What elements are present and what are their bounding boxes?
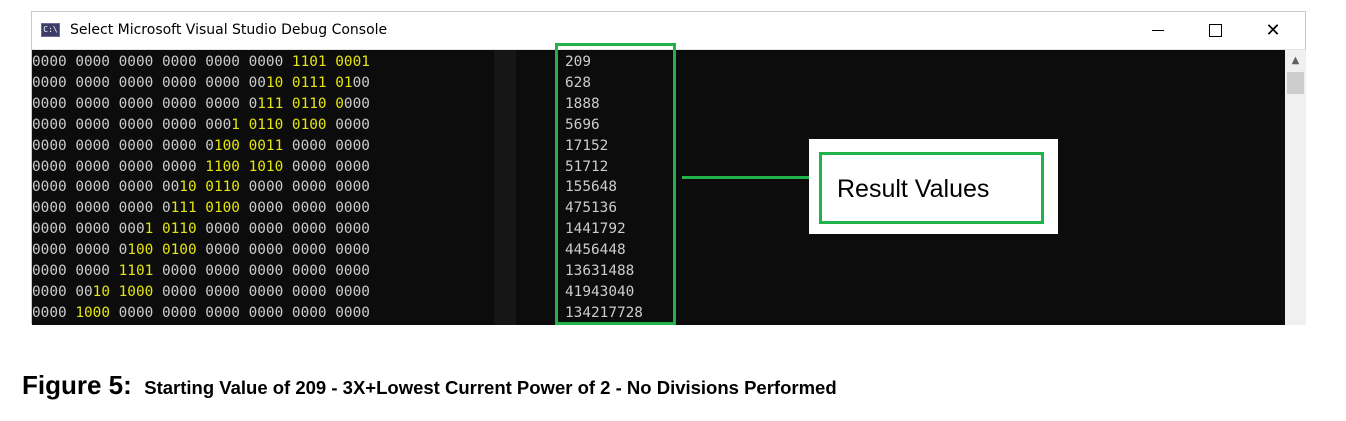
binary-segment: 0000 0000 0000: [239, 179, 370, 196]
binary-segment: 0000 0000 0000 0000 0000 0000: [32, 54, 292, 70]
binary-highlight-segment: 10 0110: [179, 179, 240, 196]
binary-row: 0000 0000 0000 0010 0110 0000 0000 0000: [32, 177, 370, 198]
binary-segment: 0000 0000 0000 0000 000: [32, 116, 232, 133]
binary-segment: 0000 0000: [32, 263, 119, 280]
binary-output: 0000 0000 0000 0000 0000 0000 1101 0001 0…: [32, 52, 370, 324]
binary-highlight-segment: 111 0100: [170, 200, 240, 217]
callout-label: Result Values: [837, 175, 990, 203]
figure-caption: Figure 5: Starting Value of 209 - 3X+Low…: [22, 370, 837, 401]
vertical-scrollbar[interactable]: ▲: [1285, 50, 1306, 325]
binary-row: 0000 0000 0000 0000 0000 0010 0111 0100: [32, 73, 370, 94]
close-button[interactable]: ✕: [1250, 12, 1296, 49]
binary-highlight-segment: 1000: [75, 304, 110, 321]
console-divider: [494, 50, 516, 325]
binary-row: 0000 0000 0100 0100 0000 0000 0000 0000: [32, 240, 370, 261]
callout-border: Result Values: [819, 152, 1044, 224]
binary-highlight-segment: 100 0011: [213, 137, 284, 154]
binary-segment: 0000 0000 0000 0000 0000: [153, 263, 370, 280]
binary-segment: 000: [343, 95, 370, 112]
binary-highlight-segment: 111 0110 0: [257, 95, 344, 112]
binary-segment: 0000: [326, 116, 370, 133]
binary-highlight-segment: 100 0100: [127, 242, 197, 259]
binary-highlight-segment: 1100 1010: [205, 158, 284, 175]
binary-segment: 0000 0000 0000: [239, 200, 370, 217]
scroll-thumb[interactable]: [1287, 72, 1304, 94]
binary-segment: 0000 0000 0000 0000 0: [32, 137, 214, 154]
scroll-up-arrow-icon[interactable]: ▲: [1285, 54, 1306, 68]
binary-highlight-segment: 10 0111 01: [265, 74, 353, 91]
binary-segment: 0000 0000: [283, 158, 370, 175]
maximize-icon: [1208, 24, 1222, 37]
binary-highlight-segment: 1101: [118, 263, 154, 280]
binary-segment: 0000 0000: [283, 137, 370, 154]
binary-row: 0000 0000 0000 0000 1100 1010 0000 0000: [32, 157, 370, 178]
binary-segment: 0000 0000 000: [32, 221, 145, 238]
binary-row: 0000 0000 0000 0000 0001 0110 0100 0000: [32, 115, 370, 136]
binary-segment: 00: [352, 74, 370, 91]
binary-segment: 0000 0000 0: [32, 242, 128, 259]
binary-highlight-segment: 1 0110: [144, 221, 197, 238]
console-app-icon: C:\: [41, 23, 60, 37]
result-values-highlight-box: [555, 43, 676, 325]
close-icon: ✕: [1265, 19, 1281, 41]
binary-segment: 0000: [32, 304, 76, 321]
minimize-button[interactable]: [1135, 12, 1181, 49]
binary-row: 0000 0000 0000 0000 0000 0000 1101 0001: [32, 52, 370, 73]
binary-segment: 0000 0000 0000 0000: [196, 242, 370, 259]
binary-segment: 0000 0000 0000 0000 0000: [153, 283, 370, 300]
binary-segment: 0000 00: [32, 283, 93, 300]
binary-row: 0000 0000 0000 0000 0100 0011 0000 0000: [32, 136, 370, 157]
result-values-callout: Result Values: [809, 139, 1058, 234]
maximize-button[interactable]: [1192, 12, 1238, 49]
binary-segment: 0000 0000 0000 0000: [196, 221, 370, 238]
binary-segment: 0000 0000 0000 00: [32, 179, 180, 196]
binary-row: 0000 0000 0000 0000 0000 0111 0110 0000: [32, 94, 370, 115]
binary-row: 0000 0000 1101 0000 0000 0000 0000 0000: [32, 261, 370, 282]
binary-row: 0000 0010 1000 0000 0000 0000 0000 0000: [32, 282, 370, 303]
binary-segment: 0000 0000 0000 0: [32, 200, 171, 217]
binary-highlight-segment: 1101 0001: [291, 54, 370, 70]
binary-highlight-segment: 10 1000: [92, 283, 154, 300]
window-title: Select Microsoft Visual Studio Debug Con…: [70, 22, 388, 38]
binary-segment: 0000 0000 0000 0000: [32, 158, 206, 175]
binary-row: 0000 0000 0001 0110 0000 0000 0000 0000: [32, 219, 370, 240]
figure-description: Starting Value of 209 - 3X+Lowest Curren…: [144, 377, 837, 398]
binary-row: 0000 0000 0000 0111 0100 0000 0000 0000: [32, 198, 370, 219]
binary-segment: 0000 0000 0000 0000 0000 0: [32, 95, 258, 112]
callout-connector-line: [682, 176, 818, 179]
figure-number: Figure 5:: [22, 370, 132, 400]
binary-row: 0000 1000 0000 0000 0000 0000 0000 0000: [32, 303, 370, 324]
binary-segment: 0000 0000 0000 0000 0000 0000: [109, 304, 370, 321]
binary-segment: 0000 0000 0000 0000 0000 00: [32, 74, 266, 91]
minimize-icon: [1152, 30, 1164, 31]
binary-highlight-segment: 1 0110 0100: [231, 116, 327, 133]
